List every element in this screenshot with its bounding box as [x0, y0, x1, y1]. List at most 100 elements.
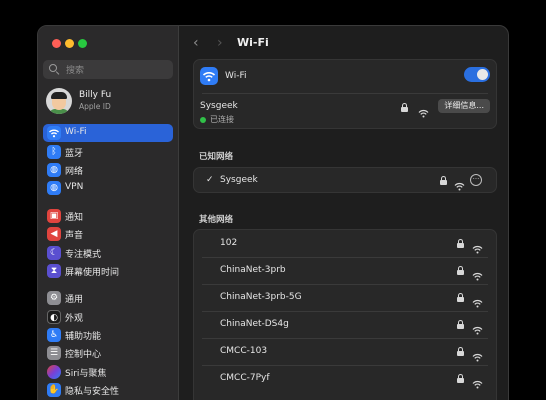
sidebar-item-wifi[interactable]: Wi-Fi	[43, 124, 173, 142]
connection-status: 已连接	[200, 114, 234, 125]
sidebar-item-notifications[interactable]: ▣ 通知	[43, 207, 173, 225]
forward-button[interactable]: ›	[217, 35, 223, 51]
current-network-name: Sysgeek	[200, 101, 238, 111]
search-field[interactable]: 搜索	[43, 60, 173, 79]
lock-icon	[457, 266, 464, 275]
wifi-card: Wi-Fi Sysgeek 已连接 详细信息...	[193, 59, 497, 129]
search-icon	[49, 64, 57, 72]
sidebar-item-general[interactable]: ⚙ 通用	[43, 289, 173, 307]
network-name: CMCC-103	[220, 346, 268, 356]
sidebar-item-label: 外观	[65, 314, 84, 324]
sidebar-item-sound[interactable]: ◀ 声音	[43, 225, 173, 243]
vpn-globe-icon: ◍	[47, 181, 61, 195]
system-settings-window: 搜索 Billy Fu Apple ID Wi-Fi ᛒ 蓝牙 ◍ 网络 ◍ V…	[37, 25, 509, 400]
main-panel: ‹ › Wi-Fi Wi-Fi Sysgeek 已连接 详细信息... 已知网络…	[179, 26, 508, 400]
wifi-signal-icon	[472, 266, 483, 281]
network-name: ChinaNet-3prb-5G	[220, 292, 302, 302]
other-networks-title: 其他网络	[199, 215, 234, 225]
sidebar-item-privacy[interactable]: ✋ 隐私与安全性	[43, 381, 173, 399]
sidebar-item-control-center[interactable]: ☰ 控制中心	[43, 344, 173, 362]
connected-dot	[200, 116, 206, 123]
close-window-button[interactable]	[52, 39, 61, 48]
other-network-row[interactable]: ChinaNet-DS4g	[194, 311, 496, 338]
siri-icon	[47, 365, 61, 379]
wifi-signal-icon	[472, 374, 483, 389]
lock-icon	[457, 374, 464, 383]
sidebar-item-label: 声音	[65, 231, 84, 241]
sidebar-item-label: 专注模式	[65, 250, 102, 260]
lock-icon	[457, 347, 464, 356]
sidebar-item-label: 隐私与安全性	[65, 387, 120, 397]
known-networks-card: ✓ Sysgeek ···	[193, 167, 497, 193]
bell-icon: ▣	[47, 209, 61, 223]
sidebar-item-label: 控制中心	[65, 350, 102, 360]
sidebar-item-label: 辅助功能	[65, 332, 102, 342]
sidebar-item-label: 网络	[65, 167, 84, 177]
lock-icon	[440, 176, 447, 185]
other-network-row[interactable]: CMCC-7Pyf	[194, 365, 496, 392]
network-name: ChinaNet-DS4g	[220, 319, 289, 329]
other-networks-card: 102 ChinaNet-3prb ChinaNet-3prb-5G ChinaNet…	[193, 229, 497, 400]
lock-icon	[457, 239, 464, 248]
page-title: Wi-Fi	[237, 36, 269, 49]
network-name: Sysgeek	[220, 175, 258, 185]
bluetooth-icon: ᛒ	[47, 145, 61, 159]
appearance-icon: ◐	[47, 310, 61, 324]
sidebar-item-bluetooth[interactable]: ᛒ 蓝牙	[43, 143, 173, 161]
search-placeholder: 搜索	[66, 66, 85, 76]
wifi-icon	[47, 126, 61, 140]
sidebar-item-focus[interactable]: ☾ 专注模式	[43, 244, 173, 262]
wifi-signal-icon	[472, 293, 483, 308]
known-network-row[interactable]: ✓ Sysgeek ···	[194, 168, 496, 192]
other-network-row[interactable]: 102	[194, 230, 496, 257]
sidebar-item-label: 通用	[65, 295, 84, 305]
back-button[interactable]: ‹	[193, 35, 199, 51]
wifi-signal-icon	[472, 320, 483, 335]
moon-icon: ☾	[47, 246, 61, 260]
speaker-icon: ◀	[47, 227, 61, 241]
hand-icon: ✋	[47, 383, 61, 397]
control-center-icon: ☰	[47, 346, 61, 360]
more-options-button[interactable]: ···	[470, 174, 482, 186]
globe-icon: ◍	[47, 163, 61, 177]
sidebar-item-label: Siri与聚焦	[65, 369, 107, 379]
known-networks-title: 已知网络	[199, 152, 234, 162]
accessibility-icon: ♿	[47, 328, 61, 342]
sidebar-item-appearance[interactable]: ◐ 外观	[43, 308, 173, 326]
lock-icon	[457, 320, 464, 329]
apple-id-profile[interactable]: Billy Fu Apple ID	[46, 88, 174, 116]
sidebar-item-label: Wi-Fi	[65, 127, 87, 137]
checkmark-icon: ✓	[206, 175, 214, 185]
sidebar-item-label: 通知	[65, 213, 84, 223]
sidebar: 搜索 Billy Fu Apple ID Wi-Fi ᛒ 蓝牙 ◍ 网络 ◍ V…	[38, 26, 179, 400]
details-button[interactable]: 详细信息...	[438, 99, 490, 113]
sidebar-item-screen-time[interactable]: ⧗ 屏幕使用时间	[43, 262, 173, 280]
user-name: Billy Fu	[79, 90, 112, 100]
lock-icon	[457, 293, 464, 302]
network-name: ChinaNet-3prb	[220, 265, 286, 275]
wifi-signal-icon	[454, 176, 465, 191]
sidebar-item-accessibility[interactable]: ♿ 辅助功能	[43, 326, 173, 344]
other-network-row[interactable]: CMCC-103	[194, 338, 496, 365]
avatar	[46, 88, 72, 114]
wifi-label: Wi-Fi	[225, 71, 247, 81]
sidebar-item-label: 屏幕使用时间	[65, 268, 120, 278]
minimize-window-button[interactable]	[65, 39, 74, 48]
wifi-icon	[200, 67, 218, 85]
sidebar-item-vpn[interactable]: ◍ VPN	[43, 179, 173, 197]
sidebar-item-label: VPN	[65, 182, 84, 192]
gear-icon: ⚙	[47, 291, 61, 305]
network-name: CMCC-7Pyf	[220, 373, 270, 383]
zoom-window-button[interactable]	[78, 39, 87, 48]
user-subtitle: Apple ID	[79, 102, 111, 111]
network-name: 102	[220, 238, 238, 248]
other-network-row[interactable]: ChinaNet-3prb	[194, 257, 496, 284]
sidebar-item-label: 蓝牙	[65, 149, 84, 159]
wifi-toggle[interactable]	[464, 67, 490, 82]
other-network-row[interactable]: ChinaNet-3prb-5G	[194, 284, 496, 311]
hourglass-icon: ⧗	[47, 264, 61, 278]
wifi-signal-icon	[418, 103, 429, 118]
sidebar-item-siri[interactable]: Siri与聚焦	[43, 363, 173, 381]
wifi-signal-icon	[472, 347, 483, 362]
sidebar-item-network[interactable]: ◍ 网络	[43, 161, 173, 179]
